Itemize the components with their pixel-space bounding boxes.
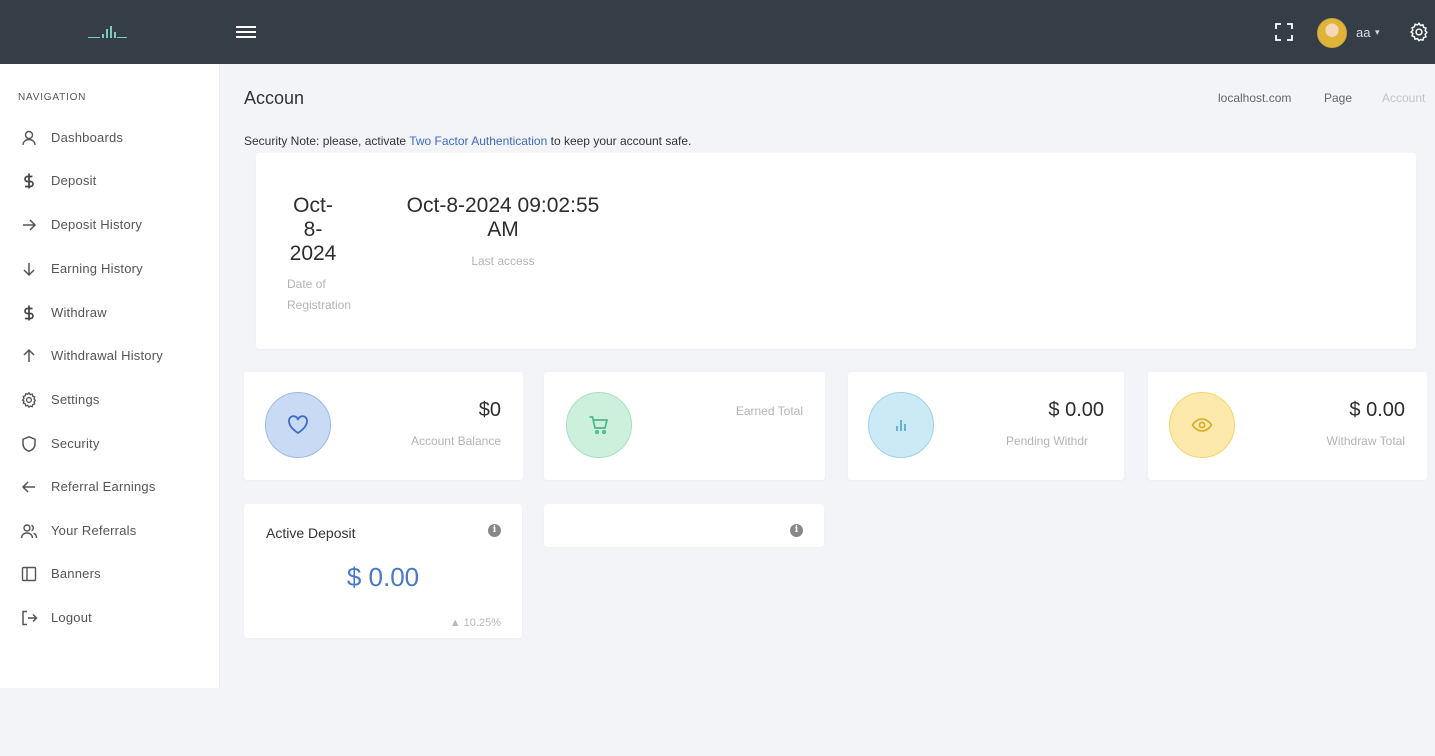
breadcrumb-home[interactable]: localhost.com <box>1218 91 1291 105</box>
menu-toggle-icon[interactable] <box>236 23 257 41</box>
arrow-right-icon <box>23 219 37 231</box>
gear-icon <box>21 391 37 409</box>
sidebar-item-deposit[interactable]: Deposit <box>0 163 220 199</box>
secondary-card: i <box>544 504 824 547</box>
top-bar: aa ▾ <box>0 0 1435 64</box>
active-deposit-title: Active Deposit <box>266 525 356 541</box>
info-icon[interactable]: i <box>790 524 803 537</box>
registration-label: Date of Registration <box>278 274 372 316</box>
sidebar-item-label: Settings <box>51 392 100 407</box>
sidebar-item-label: Withdraw <box>51 305 107 320</box>
last-access-line: AM <box>487 218 519 241</box>
users-icon <box>20 524 38 539</box>
stat-label: Pending Withdr <box>1005 434 1088 448</box>
stat-card-withdraw-total: $ 0.00 Withdraw Total <box>1148 372 1427 480</box>
registration-date-line: Oct- <box>293 194 333 217</box>
stat-card-account-balance: $0 Account Balance <box>244 372 523 480</box>
stat-value: $ 0.00 <box>1048 399 1104 421</box>
sidebar-item-label: Deposit <box>51 173 97 188</box>
bar-chart-icon <box>868 392 934 458</box>
stat-value: $ 0.00 <box>1349 399 1405 421</box>
last-access-datetime: Oct-8-2024 09:02:55 AM <box>388 194 618 242</box>
info-icon[interactable]: i <box>488 524 501 537</box>
active-deposit-amount: $ 0.00 <box>346 562 420 592</box>
avatar[interactable] <box>1317 18 1347 48</box>
shield-icon <box>22 435 36 452</box>
sidebar-item-deposit-history[interactable]: Deposit History <box>0 207 220 243</box>
page-title: Accoun <box>244 88 305 108</box>
breadcrumb-page[interactable]: Page <box>1324 91 1352 105</box>
two-factor-link[interactable]: Two Factor Authentication <box>409 134 547 148</box>
registration-date-line: 2024 <box>289 242 337 265</box>
cart-icon <box>566 392 632 458</box>
security-note-prefix: Security Note: please, activate <box>244 134 410 148</box>
last-access-label: Last access <box>471 254 535 268</box>
sidebar: NAVIGATION Dashboards Deposit Deposit Hi… <box>0 64 220 688</box>
account-info-card: Oct- 8- 2024 Date of Registration Oct-8-… <box>256 153 1416 349</box>
sidebar-item-your-referrals[interactable]: Your Referrals <box>0 513 220 549</box>
eye-icon <box>1169 392 1235 458</box>
stat-label: Earned Total <box>735 404 803 418</box>
sidebar-item-label: Deposit History <box>51 217 143 232</box>
logout-icon <box>22 610 38 626</box>
stat-value: $0 <box>478 399 501 421</box>
sidebar-panel-icon <box>21 566 37 582</box>
user-name[interactable]: aa <box>1356 25 1370 40</box>
registration-label-line: Registration <box>287 298 352 312</box>
sidebar-item-label: Withdrawal History <box>51 348 163 363</box>
registration-label-line: Date of <box>287 277 326 291</box>
security-note: Security Note: please, activate Two Fact… <box>244 134 691 148</box>
security-note-suffix: to keep your account safe. <box>547 134 692 148</box>
arrow-left-icon <box>21 481 35 493</box>
sidebar-item-dashboards[interactable]: Dashboards <box>0 120 220 156</box>
sidebar-item-settings[interactable]: Settings <box>0 382 220 418</box>
sidebar-item-logout[interactable]: Logout <box>0 600 220 636</box>
dollar-icon <box>24 305 34 321</box>
heart-icon <box>265 392 331 458</box>
stat-card-pending-withdraw: $ 0.00 Pending Withdr <box>848 372 1124 480</box>
sidebar-item-label: Your Referrals <box>51 523 137 538</box>
sidebar-item-label: Dashboards <box>51 130 124 145</box>
breadcrumb-current: Account <box>1382 91 1426 105</box>
chevron-down-icon[interactable]: ▾ <box>1375 27 1380 38</box>
sidebar-item-security[interactable]: Security <box>0 426 220 462</box>
sidebar-item-label: Security <box>51 436 100 451</box>
nav-heading: NAVIGATION <box>18 92 87 103</box>
sidebar-item-label: Banners <box>51 566 101 581</box>
active-deposit-change: ▲ 10.25% <box>449 617 501 629</box>
logo[interactable] <box>88 22 128 42</box>
registration-date: Oct- 8- 2024 <box>278 194 348 266</box>
arrow-up-icon <box>23 348 35 362</box>
last-access-line: Oct-8-2024 09:02:55 <box>406 194 600 217</box>
dollar-icon <box>24 173 34 189</box>
arrow-down-icon <box>23 263 35 277</box>
sidebar-item-withdrawal-history[interactable]: Withdrawal History <box>0 338 220 374</box>
gear-icon[interactable] <box>1408 21 1430 43</box>
sidebar-item-label: Referral Earnings <box>51 479 156 494</box>
active-deposit-card: Active Deposit i $ 0.00 ▲ 10.25% <box>244 504 522 638</box>
sidebar-item-banners[interactable]: Banners <box>0 556 220 592</box>
user-icon <box>22 130 36 146</box>
sidebar-item-referral-earnings[interactable]: Referral Earnings <box>0 469 220 505</box>
stat-card-earned-total: Earned Total <box>544 372 825 480</box>
sidebar-item-withdraw[interactable]: Withdraw <box>0 295 220 331</box>
registration-date-line: 8- <box>303 218 323 241</box>
stat-label: Account Balance <box>410 434 501 448</box>
sidebar-item-label: Earning History <box>51 261 143 276</box>
sidebar-item-earning-history[interactable]: Earning History <box>0 251 220 287</box>
stat-label: Withdraw Total <box>1326 434 1405 448</box>
fullscreen-icon[interactable] <box>1274 22 1294 42</box>
sidebar-item-label: Logout <box>51 610 92 625</box>
